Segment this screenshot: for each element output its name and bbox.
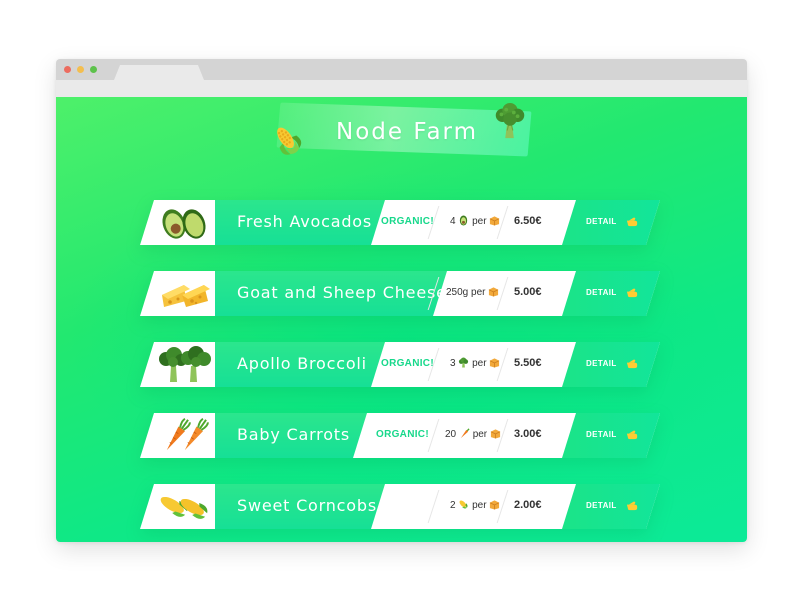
product-quantity: 250g per — [446, 286, 499, 298]
product-quantity: 20 per — [445, 428, 501, 440]
box-icon — [490, 216, 500, 226]
quantity-amount: 4 — [450, 216, 456, 227]
detail-button-label: DETAIL — [586, 359, 617, 368]
carrot-icon — [166, 417, 209, 451]
avocado-icon — [162, 209, 206, 239]
pointing-hand-icon — [626, 357, 639, 370]
product-price: 5.50€ — [514, 357, 542, 369]
broccoli-icon — [159, 346, 211, 382]
organic-badge: ORGANIC! — [376, 429, 429, 440]
page-header: Node Farm — [56, 97, 747, 197]
organic-badge: ORGANIC! — [381, 216, 434, 227]
product-card[interactable]: Apollo Broccoli ORGANIC! 3 per 5.50€ DET… — [140, 342, 660, 387]
product-price: 2.00€ — [514, 499, 542, 511]
broccoli-icon — [495, 102, 525, 139]
pointing-hand-icon — [626, 286, 639, 299]
product-name[interactable]: Sweet Corncobs — [237, 496, 377, 515]
detail-button[interactable]: DETAIL — [562, 271, 660, 316]
broccoli-mini-icon — [459, 357, 469, 368]
box-icon — [490, 429, 501, 439]
product-quantity: 4 per — [450, 215, 500, 227]
quantity-amount: 3 — [450, 358, 456, 369]
page-viewport: Node Farm Fresh Avocados ORGANIC! 4 per … — [56, 97, 747, 542]
quantity-unit: per — [472, 500, 487, 511]
browser-window: Node Farm Fresh Avocados ORGANIC! 4 per … — [56, 59, 747, 542]
quantity-unit: per — [472, 358, 487, 369]
quantity-unit: per — [472, 429, 488, 440]
product-price: 5.00€ — [514, 286, 542, 298]
avocado-mini-icon — [460, 215, 468, 226]
quantity-unit: per — [471, 287, 486, 298]
product-name[interactable]: Apollo Broccoli — [237, 354, 367, 373]
product-price: 3.00€ — [514, 428, 542, 440]
detail-button[interactable]: DETAIL — [562, 484, 660, 529]
product-card[interactable]: Fresh Avocados ORGANIC! 4 per 6.50€ DETA… — [140, 200, 660, 245]
cheese-icon — [162, 285, 210, 307]
minimize-window-button[interactable] — [77, 66, 84, 73]
quantity-amount: 250g — [446, 287, 469, 298]
browser-toolbar — [56, 80, 747, 97]
carrot-mini-icon — [460, 428, 470, 439]
browser-tab[interactable] — [114, 65, 204, 80]
pointing-hand-icon — [626, 215, 639, 228]
box-icon — [490, 358, 500, 368]
product-name[interactable]: Baby Carrots — [237, 425, 350, 444]
maximize-window-button[interactable] — [90, 66, 97, 73]
box-icon — [490, 500, 500, 510]
product-card[interactable]: Goat and Sheep Cheese 250g per 5.00€ DET… — [140, 271, 660, 316]
detail-button[interactable]: DETAIL — [562, 413, 660, 458]
pointing-hand-icon — [626, 499, 639, 512]
corn-mini-icon — [459, 500, 468, 509]
product-name[interactable]: Fresh Avocados — [237, 212, 372, 231]
product-quantity: 2 per — [450, 499, 500, 511]
product-card[interactable]: Sweet Corncobs 2 per 2.00€ DETAIL — [140, 484, 660, 529]
browser-titlebar — [56, 59, 747, 80]
product-price: 6.50€ — [514, 215, 542, 227]
corn-icon — [160, 496, 208, 519]
detail-button[interactable]: DETAIL — [562, 200, 660, 245]
detail-button-label: DETAIL — [586, 288, 617, 297]
product-card[interactable]: Baby Carrots ORGANIC! 20 per 3.00€ DETAI… — [140, 413, 660, 458]
pointing-hand-icon — [626, 428, 639, 441]
product-name[interactable]: Goat and Sheep Cheese — [237, 283, 447, 302]
product-quantity: 3 per — [450, 357, 500, 369]
detail-button[interactable]: DETAIL — [562, 342, 660, 387]
organic-badge: ORGANIC! — [381, 358, 434, 369]
detail-button-label: DETAIL — [586, 217, 617, 226]
detail-button-label: DETAIL — [586, 430, 617, 439]
box-icon — [489, 287, 499, 297]
quantity-unit: per — [472, 216, 487, 227]
detail-button-label: DETAIL — [586, 501, 617, 510]
close-window-button[interactable] — [64, 66, 71, 73]
quantity-amount: 2 — [450, 500, 456, 511]
corn-icon — [277, 127, 302, 155]
quantity-amount: 20 — [445, 429, 457, 440]
page-title: Node Farm — [335, 119, 478, 145]
